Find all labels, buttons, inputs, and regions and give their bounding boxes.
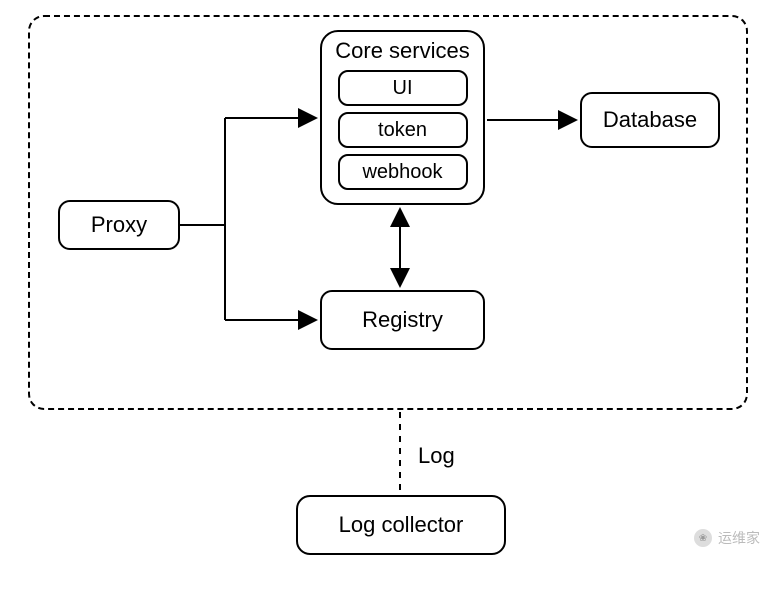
core-services-title: Core services	[335, 38, 469, 64]
database-label: Database	[603, 107, 697, 133]
core-webhook-box: webhook	[338, 154, 468, 190]
watermark: ❀ 运维家	[694, 528, 760, 548]
log-edge-label: Log	[418, 443, 455, 469]
database-node: Database	[580, 92, 720, 148]
proxy-label: Proxy	[91, 212, 147, 238]
watermark-icon: ❀	[694, 529, 712, 547]
watermark-text: 运维家	[718, 528, 760, 548]
core-webhook-label: webhook	[362, 161, 442, 184]
core-ui-box: UI	[338, 70, 468, 106]
registry-label: Registry	[362, 307, 443, 333]
core-ui-label: UI	[393, 77, 413, 100]
core-token-label: token	[378, 119, 427, 142]
registry-node: Registry	[320, 290, 485, 350]
proxy-node: Proxy	[58, 200, 180, 250]
log-collector-label: Log collector	[339, 512, 464, 538]
log-collector-node: Log collector	[296, 495, 506, 555]
core-token-box: token	[338, 112, 468, 148]
core-services-node: Core services UI token webhook	[320, 30, 485, 205]
